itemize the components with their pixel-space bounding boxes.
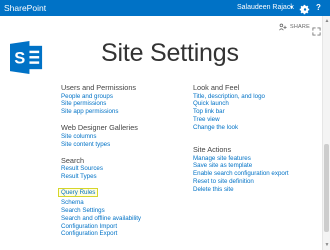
manage-site-features-link[interactable]: Manage site features — [193, 155, 318, 163]
site-content-types-link[interactable]: Site content types — [61, 141, 186, 149]
share-button[interactable]: SHARE — [279, 22, 310, 32]
configuration-export-link[interactable]: Configuration Export — [61, 230, 186, 238]
look-feel-section: Look and Feel Title, description, and lo… — [193, 83, 318, 132]
section-heading: Search — [61, 155, 85, 165]
focus-on-content-icon[interactable] — [312, 23, 321, 36]
delete-this-site-link[interactable]: Delete this site — [193, 186, 318, 194]
scroll-thumb[interactable] — [324, 144, 329, 232]
query-rules-link[interactable]: Query Rules — [58, 187, 99, 198]
chevron-down-icon[interactable]: ▾ — [290, 3, 293, 13]
search-section: Search Result Sources Result Types Query… — [58, 155, 186, 239]
site-app-permissions-link[interactable]: Site app permissions — [61, 108, 186, 116]
svg-text:S: S — [14, 48, 25, 67]
user-menu[interactable]: Salaudeen Rajack — [237, 3, 294, 13]
help-icon[interactable]: ? — [316, 2, 321, 13]
site-columns-link[interactable]: Site columns — [61, 133, 186, 141]
result-types-link[interactable]: Result Types — [61, 173, 186, 181]
site-permissions-link[interactable]: Site permissions — [61, 100, 186, 108]
gear-icon[interactable] — [299, 2, 310, 15]
share-icon — [279, 23, 287, 31]
section-heading: Users and Permissions — [61, 83, 137, 92]
scroll-up-icon[interactable]: ▲ — [324, 18, 330, 24]
left-settings-column: Users and Permissions People and groups … — [58, 83, 186, 245]
change-the-look-link[interactable]: Change the look — [193, 124, 318, 132]
section-heading: Web Designer Galleries — [61, 123, 138, 133]
share-label: SHARE — [290, 24, 310, 30]
right-settings-column: Look and Feel Title, description, and lo… — [193, 83, 318, 201]
suite-bar: SharePoint Salaudeen Rajack ▾ ? — [0, 0, 330, 16]
enable-search-config-export-link[interactable]: Enable search configuration export — [193, 170, 318, 178]
search-settings-link[interactable]: Search Settings — [61, 207, 186, 215]
configuration-import-link[interactable]: Configuration Import — [61, 223, 186, 231]
top-link-bar-link[interactable]: Top link bar — [193, 108, 318, 116]
save-site-as-template-link[interactable]: Save site as template — [193, 162, 318, 170]
people-groups-link[interactable]: People and groups — [61, 93, 186, 101]
page-title: Site Settings — [101, 39, 239, 67]
sharepoint-logo-icon[interactable]: S — [10, 40, 45, 75]
section-heading: Look and Feel — [193, 83, 240, 92]
search-offline-availability-link[interactable]: Search and offline availability — [61, 215, 186, 223]
users-permissions-section: Users and Permissions People and groups … — [61, 83, 186, 116]
vertical-scrollbar[interactable]: ▲ ▼ — [322, 16, 330, 250]
tree-view-link[interactable]: Tree view — [193, 116, 318, 124]
web-designer-section: Web Designer Galleries Site columns Site… — [61, 123, 186, 148]
scroll-down-icon[interactable]: ▼ — [324, 242, 330, 248]
reset-to-site-definition-link[interactable]: Reset to site definition — [193, 178, 318, 186]
result-sources-link[interactable]: Result Sources — [61, 165, 186, 173]
sharepoint-brand-link[interactable]: SharePoint — [4, 2, 46, 14]
site-actions-section: Site Actions Manage site features Save s… — [193, 145, 318, 194]
title-description-logo-link[interactable]: Title, description, and logo — [193, 93, 318, 101]
section-heading: Site Actions — [193, 145, 232, 155]
schema-link[interactable]: Schema — [61, 199, 186, 207]
quick-launch-link[interactable]: Quick launch — [193, 100, 318, 108]
